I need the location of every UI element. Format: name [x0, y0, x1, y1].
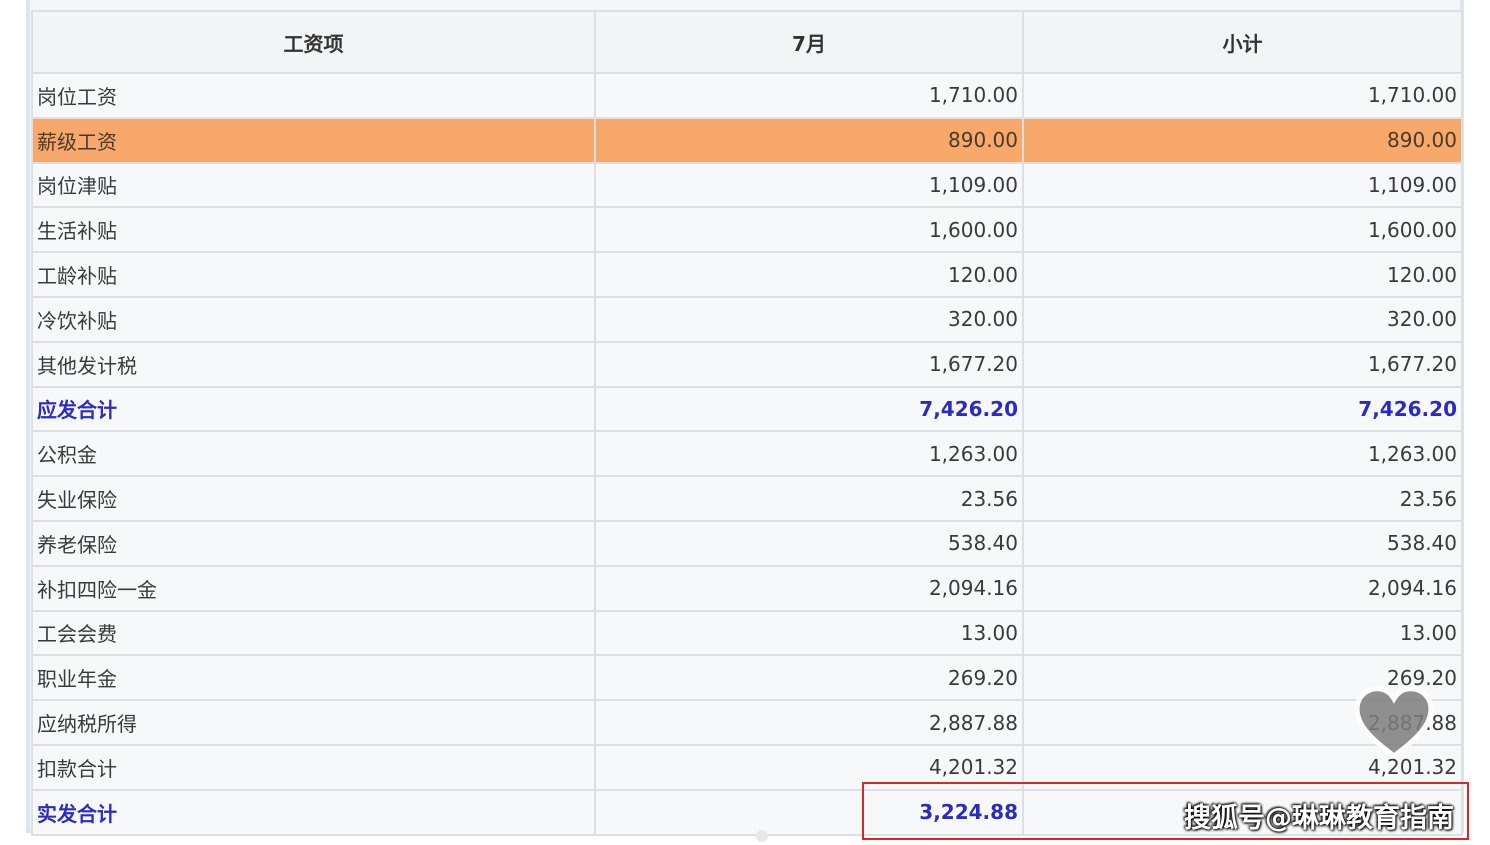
table-row[interactable]: 生活补贴 1,600.00 1,600.00 — [31, 206, 1463, 254]
row-july: 120.00 — [594, 251, 1024, 298]
row-item: 工龄补贴 — [31, 251, 596, 298]
salary-table: 工资项 7月 小计 岗位工资 1,710.00 1,710.00 薪级工资 89… — [31, 10, 1463, 836]
row-subtotal: 1,710.00 — [1022, 72, 1463, 119]
table-row[interactable]: 工龄补贴 120.00 120.00 — [31, 251, 1463, 298]
row-july: 7,426.20 — [594, 385, 1024, 433]
table-row[interactable]: 其他发计税 1,677.20 1,677.20 — [31, 340, 1463, 388]
column-header-item: 工资项 — [31, 10, 596, 74]
row-july: 1,677.20 — [594, 340, 1024, 388]
table-row[interactable]: 岗位津贴 1,109.00 1,109.00 — [31, 161, 1463, 209]
row-subtotal: 890.00 — [1022, 116, 1463, 164]
row-july: 269.20 — [594, 654, 1024, 702]
column-header-subtotal: 小计 — [1022, 10, 1463, 74]
table-row-gross-total[interactable]: 应发合计 7,426.20 7,426.20 — [31, 385, 1463, 433]
row-july: 2,887.88 — [594, 699, 1024, 746]
table-header-row: 工资项 7月 小计 — [31, 10, 1463, 74]
row-item: 失业保险 — [31, 475, 596, 522]
row-subtotal: 1,677.20 — [1022, 340, 1463, 388]
row-july: 1,263.00 — [594, 430, 1024, 478]
row-july: 13.00 — [594, 609, 1024, 657]
row-item: 其他发计税 — [31, 340, 596, 388]
row-subtotal: 320.00 — [1022, 295, 1463, 343]
row-item: 实发合计 — [31, 788, 596, 836]
heart-icon[interactable] — [1352, 682, 1436, 766]
row-item: 养老保险 — [31, 519, 596, 567]
row-item: 补扣四险一金 — [31, 564, 596, 612]
row-subtotal: 538.40 — [1022, 519, 1463, 567]
row-subtotal: 1,263.00 — [1022, 430, 1463, 478]
table-row[interactable]: 应纳税所得 2,887.88 2,887.88 — [31, 699, 1463, 746]
row-july: 320.00 — [594, 295, 1024, 343]
row-item: 公积金 — [31, 430, 596, 478]
column-header-july: 7月 — [594, 10, 1024, 74]
row-subtotal: 7,426.20 — [1022, 385, 1463, 433]
row-july: 23.56 — [594, 475, 1024, 522]
scroll-indicator — [756, 830, 768, 842]
table-row[interactable]: 冷饮补贴 320.00 320.00 — [31, 295, 1463, 343]
row-july: 2,094.16 — [594, 564, 1024, 612]
row-july: 1,109.00 — [594, 161, 1024, 209]
row-subtotal: 2,094.16 — [1022, 564, 1463, 612]
row-item: 应纳税所得 — [31, 699, 596, 746]
row-subtotal: 1,109.00 — [1022, 161, 1463, 209]
row-item: 岗位工资 — [31, 72, 596, 119]
row-july: 538.40 — [594, 519, 1024, 567]
table-row[interactable]: 职业年金 269.20 269.20 — [31, 654, 1463, 702]
table-row[interactable]: 公积金 1,263.00 1,263.00 — [31, 430, 1463, 478]
row-subtotal: 120.00 — [1022, 251, 1463, 298]
table-row-selected[interactable]: 薪级工资 890.00 890.00 — [31, 116, 1463, 164]
row-july: 890.00 — [594, 116, 1024, 164]
row-item: 薪级工资 — [31, 116, 596, 164]
row-item: 应发合计 — [31, 385, 596, 433]
row-item: 职业年金 — [31, 654, 596, 702]
watermark-text: 搜狐号@琳琳教育指南 — [1184, 803, 1454, 834]
row-item: 扣款合计 — [31, 743, 596, 791]
row-subtotal: 13.00 — [1022, 609, 1463, 657]
row-item: 冷饮补贴 — [31, 295, 596, 343]
table-row[interactable]: 失业保险 23.56 23.56 — [31, 475, 1463, 522]
row-july: 1,600.00 — [594, 206, 1024, 254]
row-subtotal: 1,600.00 — [1022, 206, 1463, 254]
table-row[interactable]: 补扣四险一金 2,094.16 2,094.16 — [31, 564, 1463, 612]
row-subtotal: 23.56 — [1022, 475, 1463, 522]
row-item: 岗位津贴 — [31, 161, 596, 209]
row-item: 生活补贴 — [31, 206, 596, 254]
table-row[interactable]: 工会会费 13.00 13.00 — [31, 609, 1463, 657]
row-item: 工会会费 — [31, 609, 596, 657]
row-july: 1,710.00 — [594, 72, 1024, 119]
table-row[interactable]: 养老保险 538.40 538.40 — [31, 519, 1463, 567]
table-row[interactable]: 岗位工资 1,710.00 1,710.00 — [31, 72, 1463, 119]
